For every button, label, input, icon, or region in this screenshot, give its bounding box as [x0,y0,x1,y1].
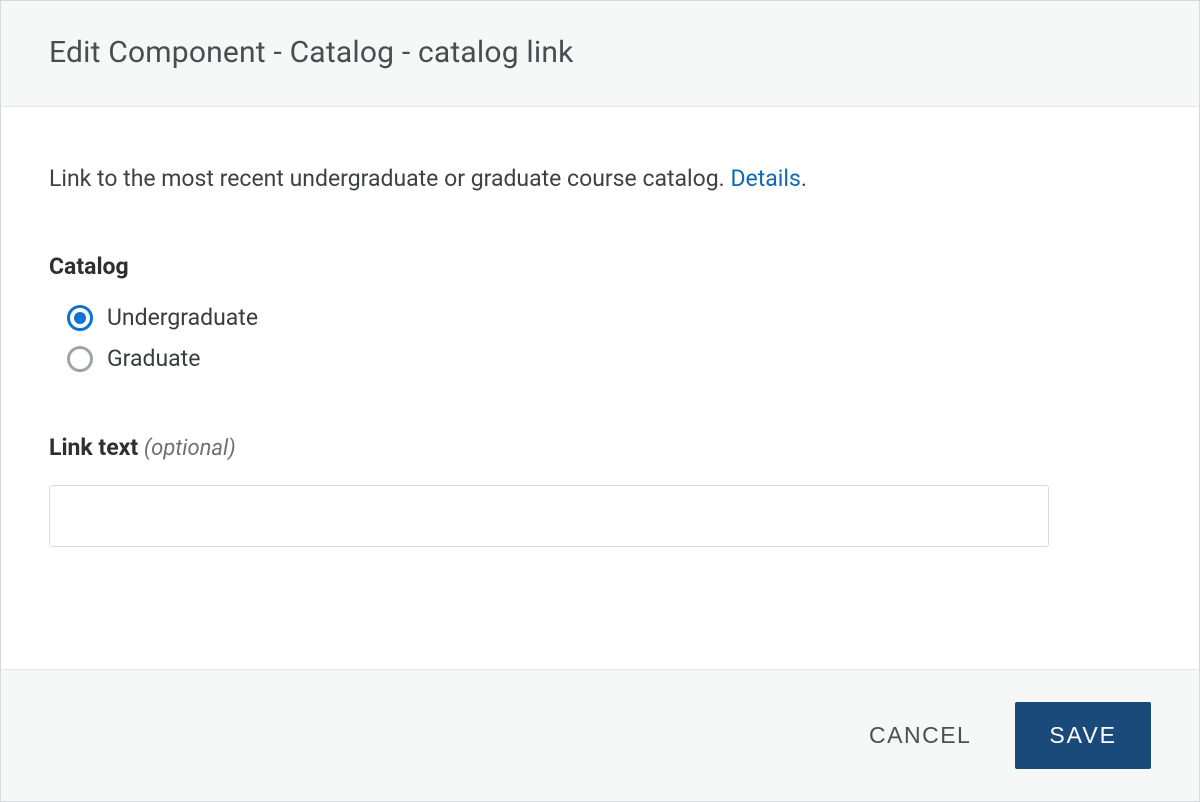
details-link[interactable]: Details [730,165,800,192]
link-text-label-main: Link text [49,434,144,461]
link-text-label-optional: (optional) [144,436,236,461]
radio-label: Graduate [107,345,200,372]
cancel-button[interactable]: CANCEL [861,710,979,761]
link-text-input[interactable] [49,485,1049,547]
description-text: Link to the most recent undergraduate or… [49,163,1151,195]
description-pre: Link to the most recent undergraduate or… [49,165,730,192]
dialog-title: Edit Component - Catalog - catalog link [49,35,1151,70]
edit-component-dialog: Edit Component - Catalog - catalog link … [0,0,1200,802]
radio-icon-unselected [67,346,93,372]
save-button[interactable]: SAVE [1015,702,1151,769]
dialog-footer: CANCEL SAVE [1,669,1199,801]
link-text-label: Link text (optional) [49,434,1151,461]
radio-icon-selected [67,305,93,331]
radio-label: Undergraduate [107,304,258,331]
dialog-header: Edit Component - Catalog - catalog link [1,1,1199,107]
dialog-body: Link to the most recent undergraduate or… [1,107,1199,669]
radio-graduate[interactable]: Graduate [67,345,1151,372]
catalog-label: Catalog [49,253,1151,280]
radio-undergraduate[interactable]: Undergraduate [67,304,1151,331]
description-post: . [801,165,807,192]
catalog-radio-group: Undergraduate Graduate [67,304,1151,372]
